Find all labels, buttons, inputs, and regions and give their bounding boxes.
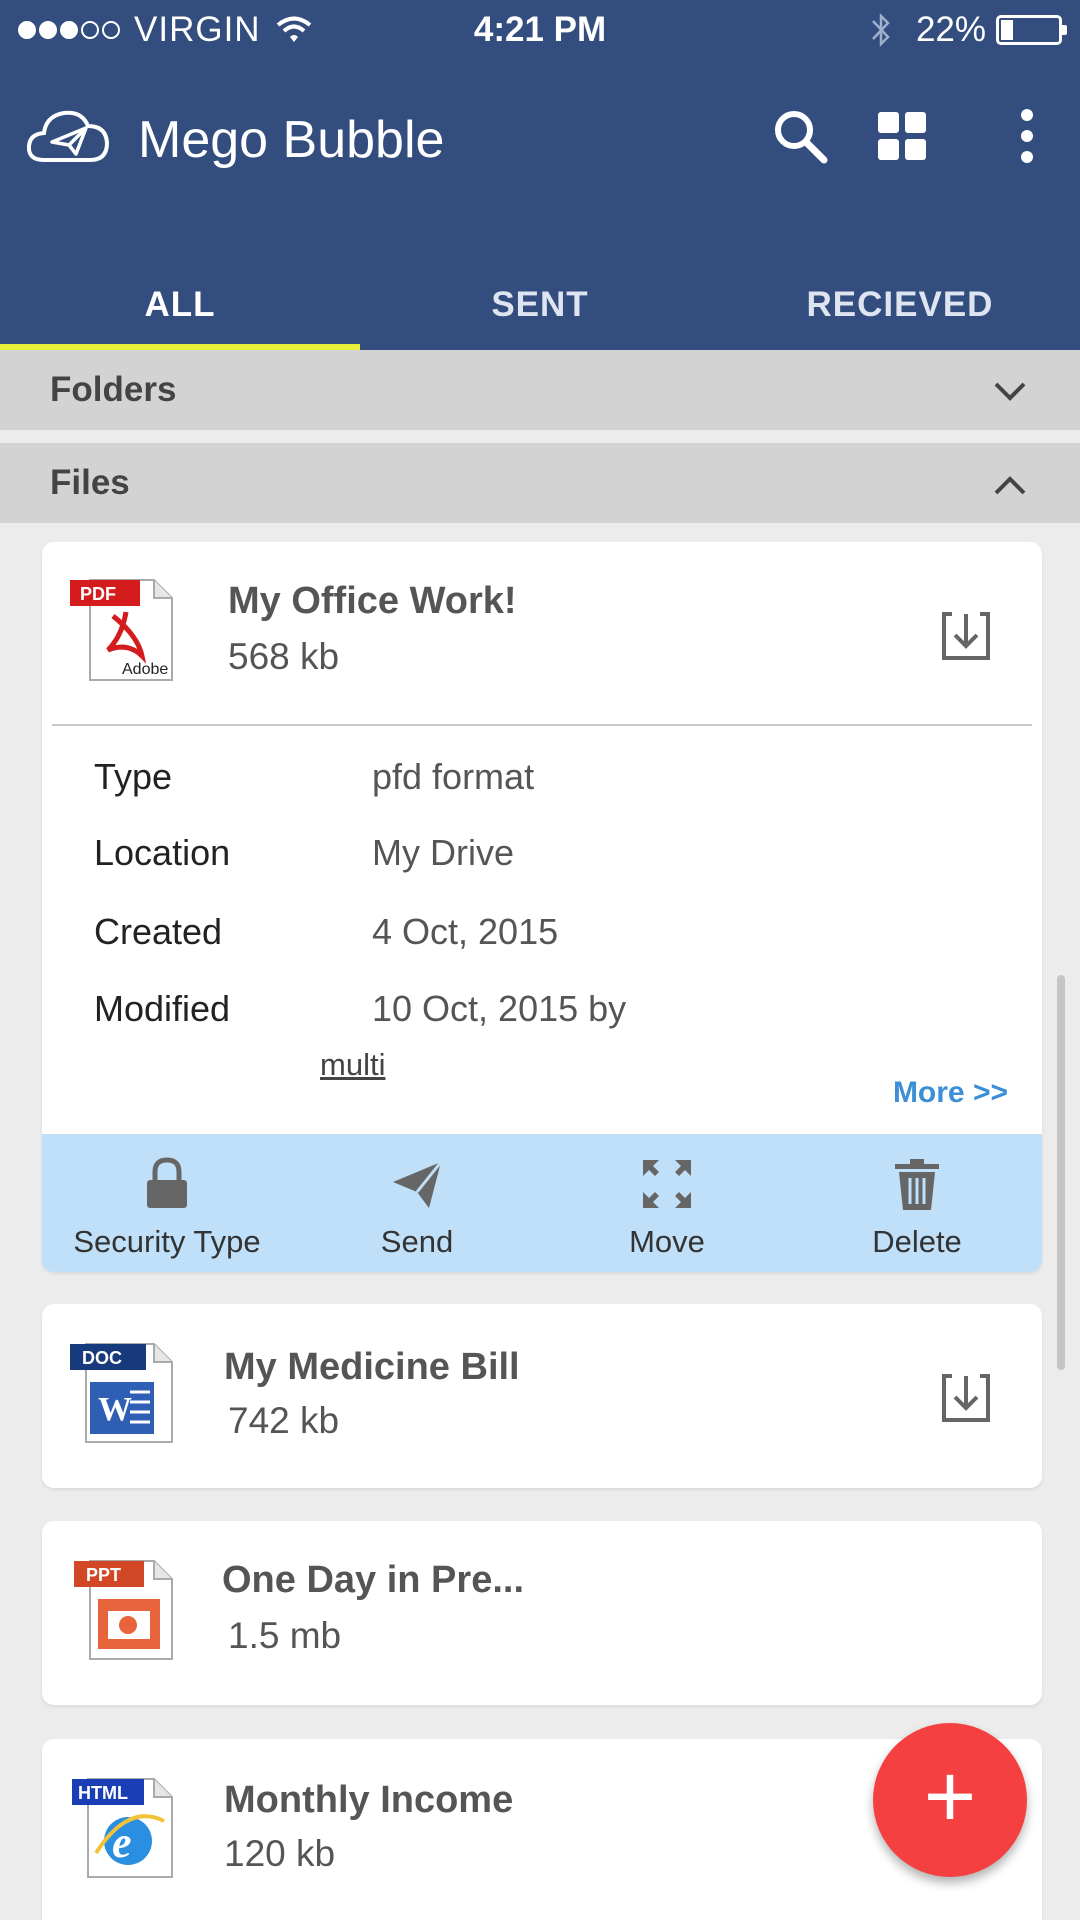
- action-label: Security Type: [73, 1224, 261, 1259]
- file-card[interactable]: PPT One Day in Pre... 1.5 mb: [42, 1521, 1042, 1705]
- status-bar: VIRGIN 4:21 PM 22%: [0, 0, 1080, 60]
- send-button[interactable]: Send: [292, 1134, 542, 1272]
- file-card-expanded[interactable]: PDF Adobe My Office Work! 568 kb Type pf…: [42, 542, 1042, 1272]
- doc-badge: DOC: [82, 1348, 122, 1368]
- tab-received[interactable]: RECIEVED: [720, 270, 1080, 350]
- file-card[interactable]: DOC W My Medicine Bill 742 kb: [42, 1304, 1042, 1488]
- more-vert-icon[interactable]: [1000, 106, 1054, 166]
- add-fab-button[interactable]: +: [873, 1723, 1027, 1877]
- tab-sent[interactable]: SENT: [360, 270, 720, 350]
- files-section-header[interactable]: Files: [0, 443, 1080, 523]
- lock-icon: [147, 1157, 187, 1208]
- ppt-badge: PPT: [86, 1565, 121, 1585]
- download-icon[interactable]: [938, 1370, 994, 1426]
- scrollbar[interactable]: [1057, 975, 1065, 1370]
- file-size: 1.5 mb: [228, 1615, 342, 1656]
- action-label: Delete: [872, 1224, 962, 1259]
- doc-file-icon: DOC W: [70, 1343, 173, 1443]
- detail-value: 10 Oct, 2015 by: [372, 988, 627, 1029]
- ppt-file-icon: PPT: [74, 1560, 173, 1660]
- move-button[interactable]: Move: [542, 1134, 792, 1272]
- search-icon[interactable]: [770, 106, 830, 166]
- move-icon: [643, 1160, 691, 1208]
- html-badge: HTML: [78, 1783, 128, 1803]
- pdf-file-icon: PDF Adobe: [70, 579, 173, 681]
- trash-icon: [895, 1159, 939, 1210]
- status-left: VIRGIN: [18, 10, 313, 50]
- security-type-button[interactable]: Security Type: [42, 1134, 292, 1272]
- battery-icon: [996, 15, 1067, 45]
- app-header: VIRGIN 4:21 PM 22% Mego Bubble ALL SENT …: [0, 0, 1080, 350]
- detail-label: Location: [94, 832, 231, 873]
- cloud-send-logo-icon: [26, 110, 110, 162]
- pdf-badge: PDF: [80, 584, 116, 604]
- detail-value: pfd format: [372, 756, 535, 797]
- file-title: One Day in Pre...: [222, 1559, 524, 1601]
- file-size: 120 kb: [224, 1833, 336, 1874]
- app-bar: Mego Bubble: [0, 80, 1080, 200]
- folders-label: Folders: [50, 370, 177, 409]
- chevron-down-icon: [994, 382, 1026, 401]
- detail-label: Type: [94, 756, 173, 797]
- battery-level: [1001, 20, 1014, 40]
- file-actions-bar: Security Type Send Move Delete: [42, 1134, 1042, 1272]
- more-link[interactable]: More >>: [893, 1076, 1008, 1110]
- detail-value: 4 Oct, 2015: [372, 911, 559, 952]
- app-title: Mego Bubble: [138, 111, 445, 169]
- action-label: Send: [380, 1224, 454, 1259]
- file-title: Monthly Income: [224, 1779, 514, 1821]
- tab-bar: ALL SENT RECIEVED: [0, 270, 1080, 350]
- detail-label: Created: [94, 911, 223, 952]
- tab-all[interactable]: ALL: [0, 270, 360, 350]
- grid-view-icon[interactable]: [872, 106, 932, 166]
- file-size: 568 kb: [228, 636, 340, 677]
- plus-icon: +: [923, 1747, 977, 1847]
- chevron-up-icon: [994, 476, 1026, 495]
- file-size: 742 kb: [228, 1400, 340, 1441]
- file-title: My Office Work!: [228, 580, 517, 622]
- bluetooth-icon: [872, 12, 890, 48]
- modified-by-link[interactable]: multi: [320, 1047, 385, 1083]
- file-title: My Medicine Bill: [224, 1346, 520, 1388]
- detail-value: My Drive: [372, 832, 514, 873]
- card-divider: [52, 724, 1032, 726]
- detail-label: Modified: [94, 988, 231, 1029]
- download-icon[interactable]: [938, 608, 994, 664]
- delete-button[interactable]: Delete: [792, 1134, 1042, 1272]
- svg-text:W: W: [98, 1391, 132, 1428]
- folders-section-header[interactable]: Folders: [0, 350, 1080, 430]
- adobe-label: Adobe: [122, 661, 168, 678]
- wifi-icon: [276, 16, 311, 42]
- files-label: Files: [50, 463, 130, 502]
- send-icon: [393, 1161, 443, 1208]
- action-label: Move: [629, 1224, 705, 1259]
- carrier-name: VIRGIN: [134, 10, 261, 49]
- html-file-icon: HTML e: [72, 1778, 173, 1878]
- battery-percent: 22%: [915, 10, 986, 49]
- signal-strength-icon: [18, 21, 120, 39]
- status-right: 22%: [870, 10, 1067, 50]
